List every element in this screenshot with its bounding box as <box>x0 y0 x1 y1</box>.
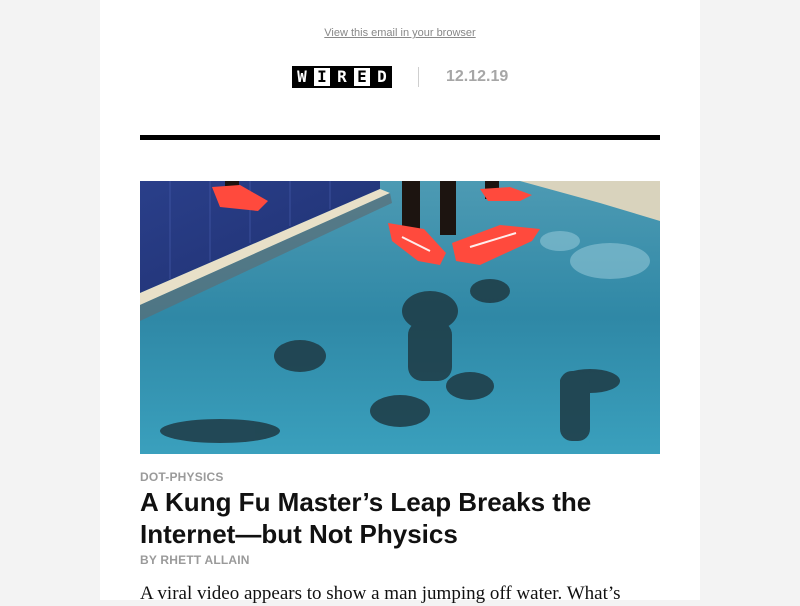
email-container: View this email in your browser W I R E … <box>100 0 700 604</box>
logo-letter-i: I <box>312 66 332 88</box>
issue-date: 12.12.19 <box>446 68 509 85</box>
masthead: W I R E D 12.12.19 <box>100 64 700 90</box>
wired-logo[interactable]: W I R E D <box>292 66 392 88</box>
article-headline[interactable]: A Kung Fu Master’s Leap Breaks the Inter… <box>140 486 660 550</box>
view-in-browser-link[interactable]: View this email in your browser <box>100 27 700 39</box>
article-byline: BY RHETT ALLAIN <box>140 553 250 567</box>
hero-image[interactable] <box>140 181 660 454</box>
article-category[interactable]: DOT-PHYSICS <box>140 470 224 484</box>
logo-letter-d: D <box>372 66 392 88</box>
logo-letter-r: R <box>332 66 352 88</box>
article-dek: A viral video appears to show a man jump… <box>140 583 621 604</box>
masthead-divider <box>418 67 419 87</box>
logo-letter-e: E <box>352 66 372 88</box>
header-rule <box>140 135 660 140</box>
logo-letter-w: W <box>292 66 312 88</box>
